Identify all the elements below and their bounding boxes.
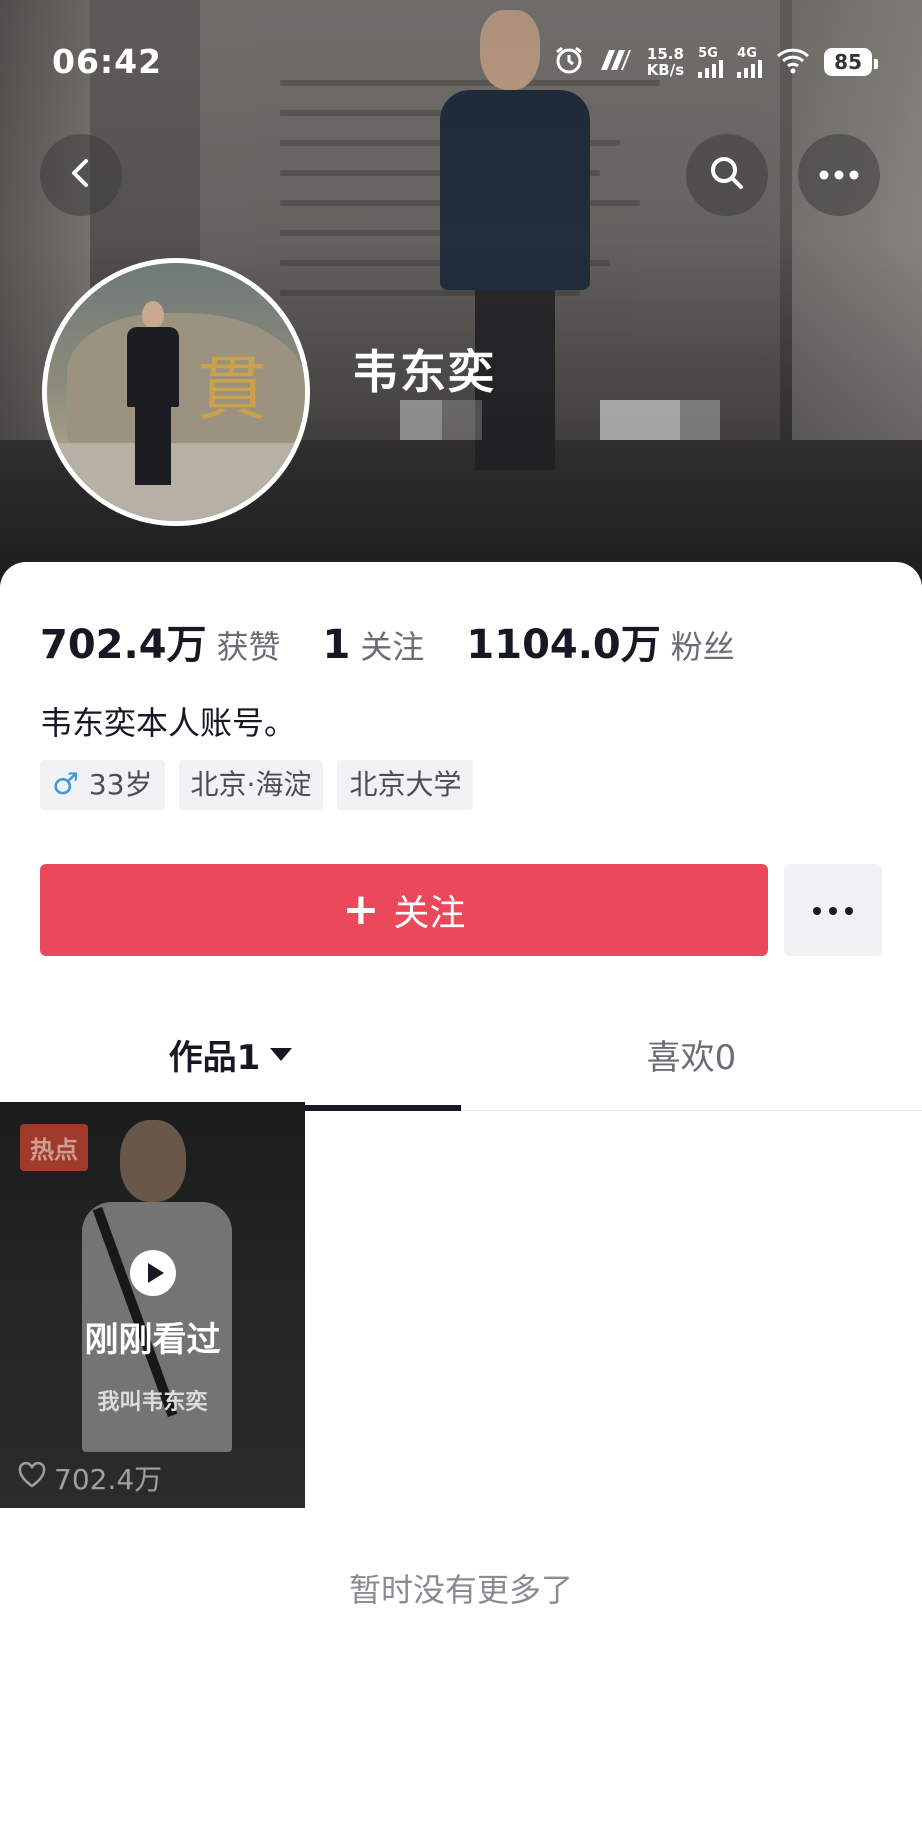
- back-icon: [64, 156, 98, 194]
- tag-location: 北京·海淀: [178, 760, 324, 810]
- plus-icon: +: [342, 884, 380, 935]
- likes-count: 702.4万: [40, 622, 207, 668]
- heart-icon: [18, 1461, 46, 1495]
- hot-badge: 热点: [20, 1124, 88, 1171]
- followers-label[interactable]: 粉丝: [671, 622, 735, 668]
- profile-bio: 韦东奕本人账号。: [40, 704, 297, 742]
- more-icon: [818, 166, 860, 185]
- avatar[interactable]: 貫: [42, 258, 310, 526]
- recently-viewed-label: 刚刚看过: [84, 1320, 221, 1360]
- tab-works[interactable]: 作品1: [0, 1002, 461, 1106]
- dropdown-triangle-icon: [270, 1047, 293, 1061]
- tag-age: ♂ 33岁: [40, 760, 165, 810]
- play-icon: [130, 1250, 176, 1296]
- nfc-icon: [599, 48, 633, 76]
- follow-more-button[interactable]: [784, 864, 882, 956]
- following-label[interactable]: 关注: [360, 622, 424, 668]
- blurred-info: [680, 400, 720, 440]
- video-caption: 我叫韦东奕: [97, 1390, 208, 1415]
- status-time: 06:42: [52, 42, 163, 81]
- follow-button[interactable]: + 关注: [40, 864, 768, 956]
- followers-count[interactable]: 1104.0万: [466, 612, 660, 670]
- signal-4g: 4G: [737, 47, 763, 78]
- signal-5g: 5G: [698, 47, 724, 78]
- back-button[interactable]: [40, 134, 122, 216]
- follow-button-label: 关注: [393, 893, 466, 934]
- blurred-info: [600, 400, 680, 440]
- following-count[interactable]: 1: [323, 622, 351, 668]
- wifi-icon: [776, 46, 810, 78]
- no-more-content: 暂时没有更多了: [348, 1571, 573, 1609]
- tag-school[interactable]: 北京大学: [337, 760, 474, 810]
- profile-tags: ♂ 33岁 北京·海淀 北京大学: [40, 760, 474, 810]
- likes-label: 获赞: [216, 628, 281, 666]
- alarm-icon: [553, 44, 585, 80]
- profile-stats: 702.4万 获赞 1 关注 1104.0万 粉丝: [40, 612, 777, 670]
- net-speed: 15.8 KB/s: [646, 45, 685, 79]
- profile-tabs: 作品1 喜欢0: [0, 1002, 922, 1111]
- more-icon: [811, 901, 855, 920]
- battery-indicator: 85: [824, 48, 878, 76]
- username: 韦东奕: [352, 345, 496, 399]
- blurred-info: [400, 400, 442, 440]
- search-icon: [707, 153, 747, 197]
- video-likes: 702.4万: [18, 1458, 162, 1498]
- blurred-info: [442, 400, 482, 440]
- male-icon: ♂: [52, 767, 79, 802]
- tab-likes[interactable]: 喜欢0: [461, 1002, 922, 1106]
- more-options-button[interactable]: [798, 134, 880, 216]
- video-thumbnail[interactable]: 热点 刚刚看过 我叫韦东奕 702.4万: [0, 1102, 305, 1508]
- status-bar: 06:42 15.8 KB/s 5G 4G 85: [0, 0, 922, 120]
- search-button[interactable]: [686, 134, 768, 216]
